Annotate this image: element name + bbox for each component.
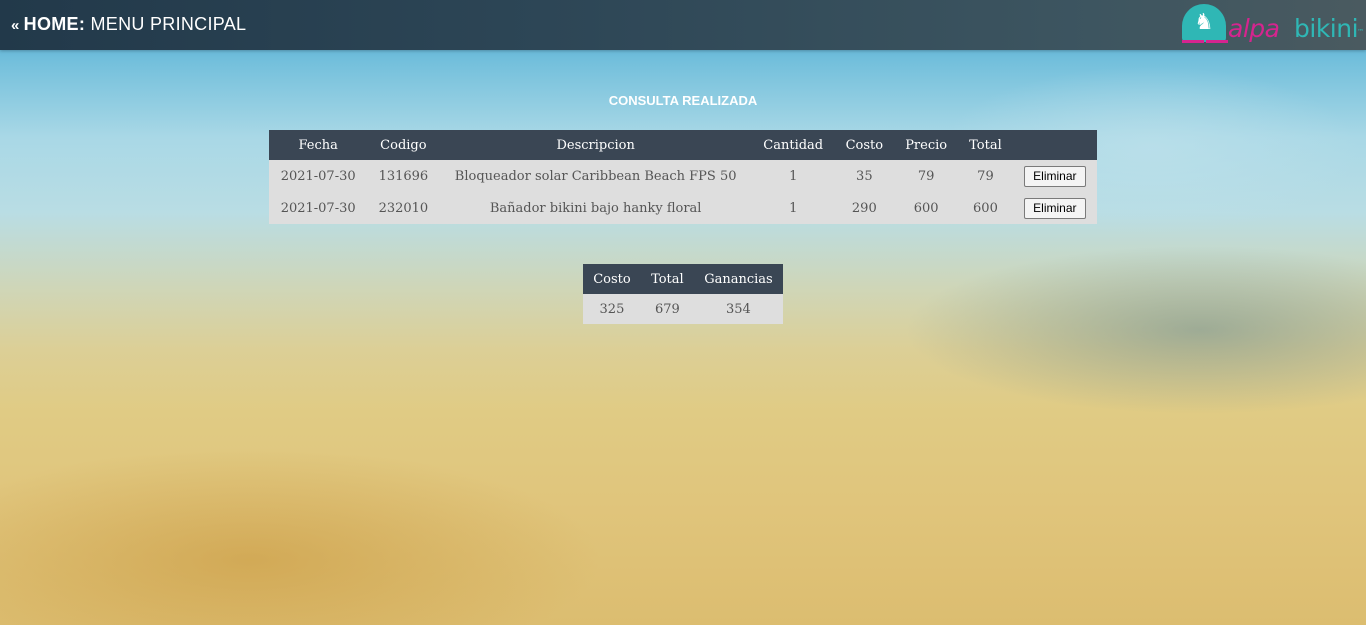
cell-cantidad: 1 — [751, 192, 835, 224]
summary-header-total: Total — [640, 264, 694, 294]
cell-total: 600 — [958, 192, 1013, 224]
cell-cantidad: 1 — [751, 160, 835, 192]
top-bar: «HOME: MENU PRINCIPAL ♞ alpa bikini ™ — [0, 0, 1366, 50]
cell-fecha: 2021-07-30 — [269, 160, 368, 192]
summary-row: 325 679 354 — [583, 294, 783, 324]
detail-table: Fecha Codigo Descripcion Cantidad Costo … — [269, 130, 1097, 224]
menu-principal-label: MENU PRINCIPAL — [90, 14, 247, 34]
summary-table-header-row: Costo Total Ganancias — [583, 264, 783, 294]
logo-word-alpa: alpa — [1228, 14, 1280, 43]
table-row: 2021-07-30 232010 Bañador bikini bajo ha… — [269, 192, 1097, 224]
cell-fecha: 2021-07-30 — [269, 192, 368, 224]
column-header-total: Total — [958, 130, 1013, 160]
cell-total: 79 — [958, 160, 1013, 192]
summary-total-value: 679 — [640, 294, 694, 324]
cell-precio: 600 — [894, 192, 959, 224]
column-header-costo: Costo — [834, 130, 895, 160]
logo-word-bikini: bikini — [1294, 14, 1359, 43]
logo-underline-right — [1206, 40, 1228, 43]
brand-logo: ♞ alpa bikini ™ — [1182, 2, 1364, 48]
summary-table: Costo Total Ganancias 325 679 354 — [583, 264, 783, 324]
cell-precio: 79 — [894, 160, 959, 192]
cell-costo: 35 — [834, 160, 895, 192]
cell-descripcion: Bloqueador solar Caribbean Beach FPS 50 — [439, 160, 752, 192]
summary-ganancias-value: 354 — [693, 294, 783, 324]
delete-button[interactable]: Eliminar — [1024, 165, 1086, 187]
summary-header-ganancias: Ganancias — [693, 264, 783, 294]
home-label: HOME: — [23, 14, 86, 34]
column-header-codigo: Codigo — [367, 130, 440, 160]
home-menu-link[interactable]: «HOME: MENU PRINCIPAL — [11, 14, 246, 35]
back-arrow-icon: « — [11, 17, 20, 34]
column-header-precio: Precio — [894, 130, 959, 160]
page-title: CONSULTA REALIZADA — [608, 93, 758, 108]
cell-descripcion: Bañador bikini bajo hanky floral — [439, 192, 752, 224]
column-header-fecha: Fecha — [269, 130, 368, 160]
detail-table-header-row: Fecha Codigo Descripcion Cantidad Costo … — [269, 130, 1097, 160]
cell-action: Eliminar — [1012, 192, 1097, 224]
column-header-cantidad: Cantidad — [751, 130, 835, 160]
column-header-descripcion: Descripcion — [439, 130, 752, 160]
cell-costo: 290 — [834, 192, 895, 224]
llama-icon: ♞ — [1194, 10, 1214, 35]
cell-codigo: 131696 — [367, 160, 440, 192]
summary-costo-value: 325 — [583, 294, 641, 324]
table-row: 2021-07-30 131696 Bloqueador solar Carib… — [269, 160, 1097, 192]
delete-button[interactable]: Eliminar — [1024, 197, 1086, 219]
cell-codigo: 232010 — [367, 192, 440, 224]
logo-trademark: ™ — [1357, 28, 1364, 36]
logo-underline-left — [1182, 40, 1204, 43]
cell-action: Eliminar — [1012, 160, 1097, 192]
column-header-action — [1012, 130, 1097, 160]
summary-header-costo: Costo — [583, 264, 641, 294]
